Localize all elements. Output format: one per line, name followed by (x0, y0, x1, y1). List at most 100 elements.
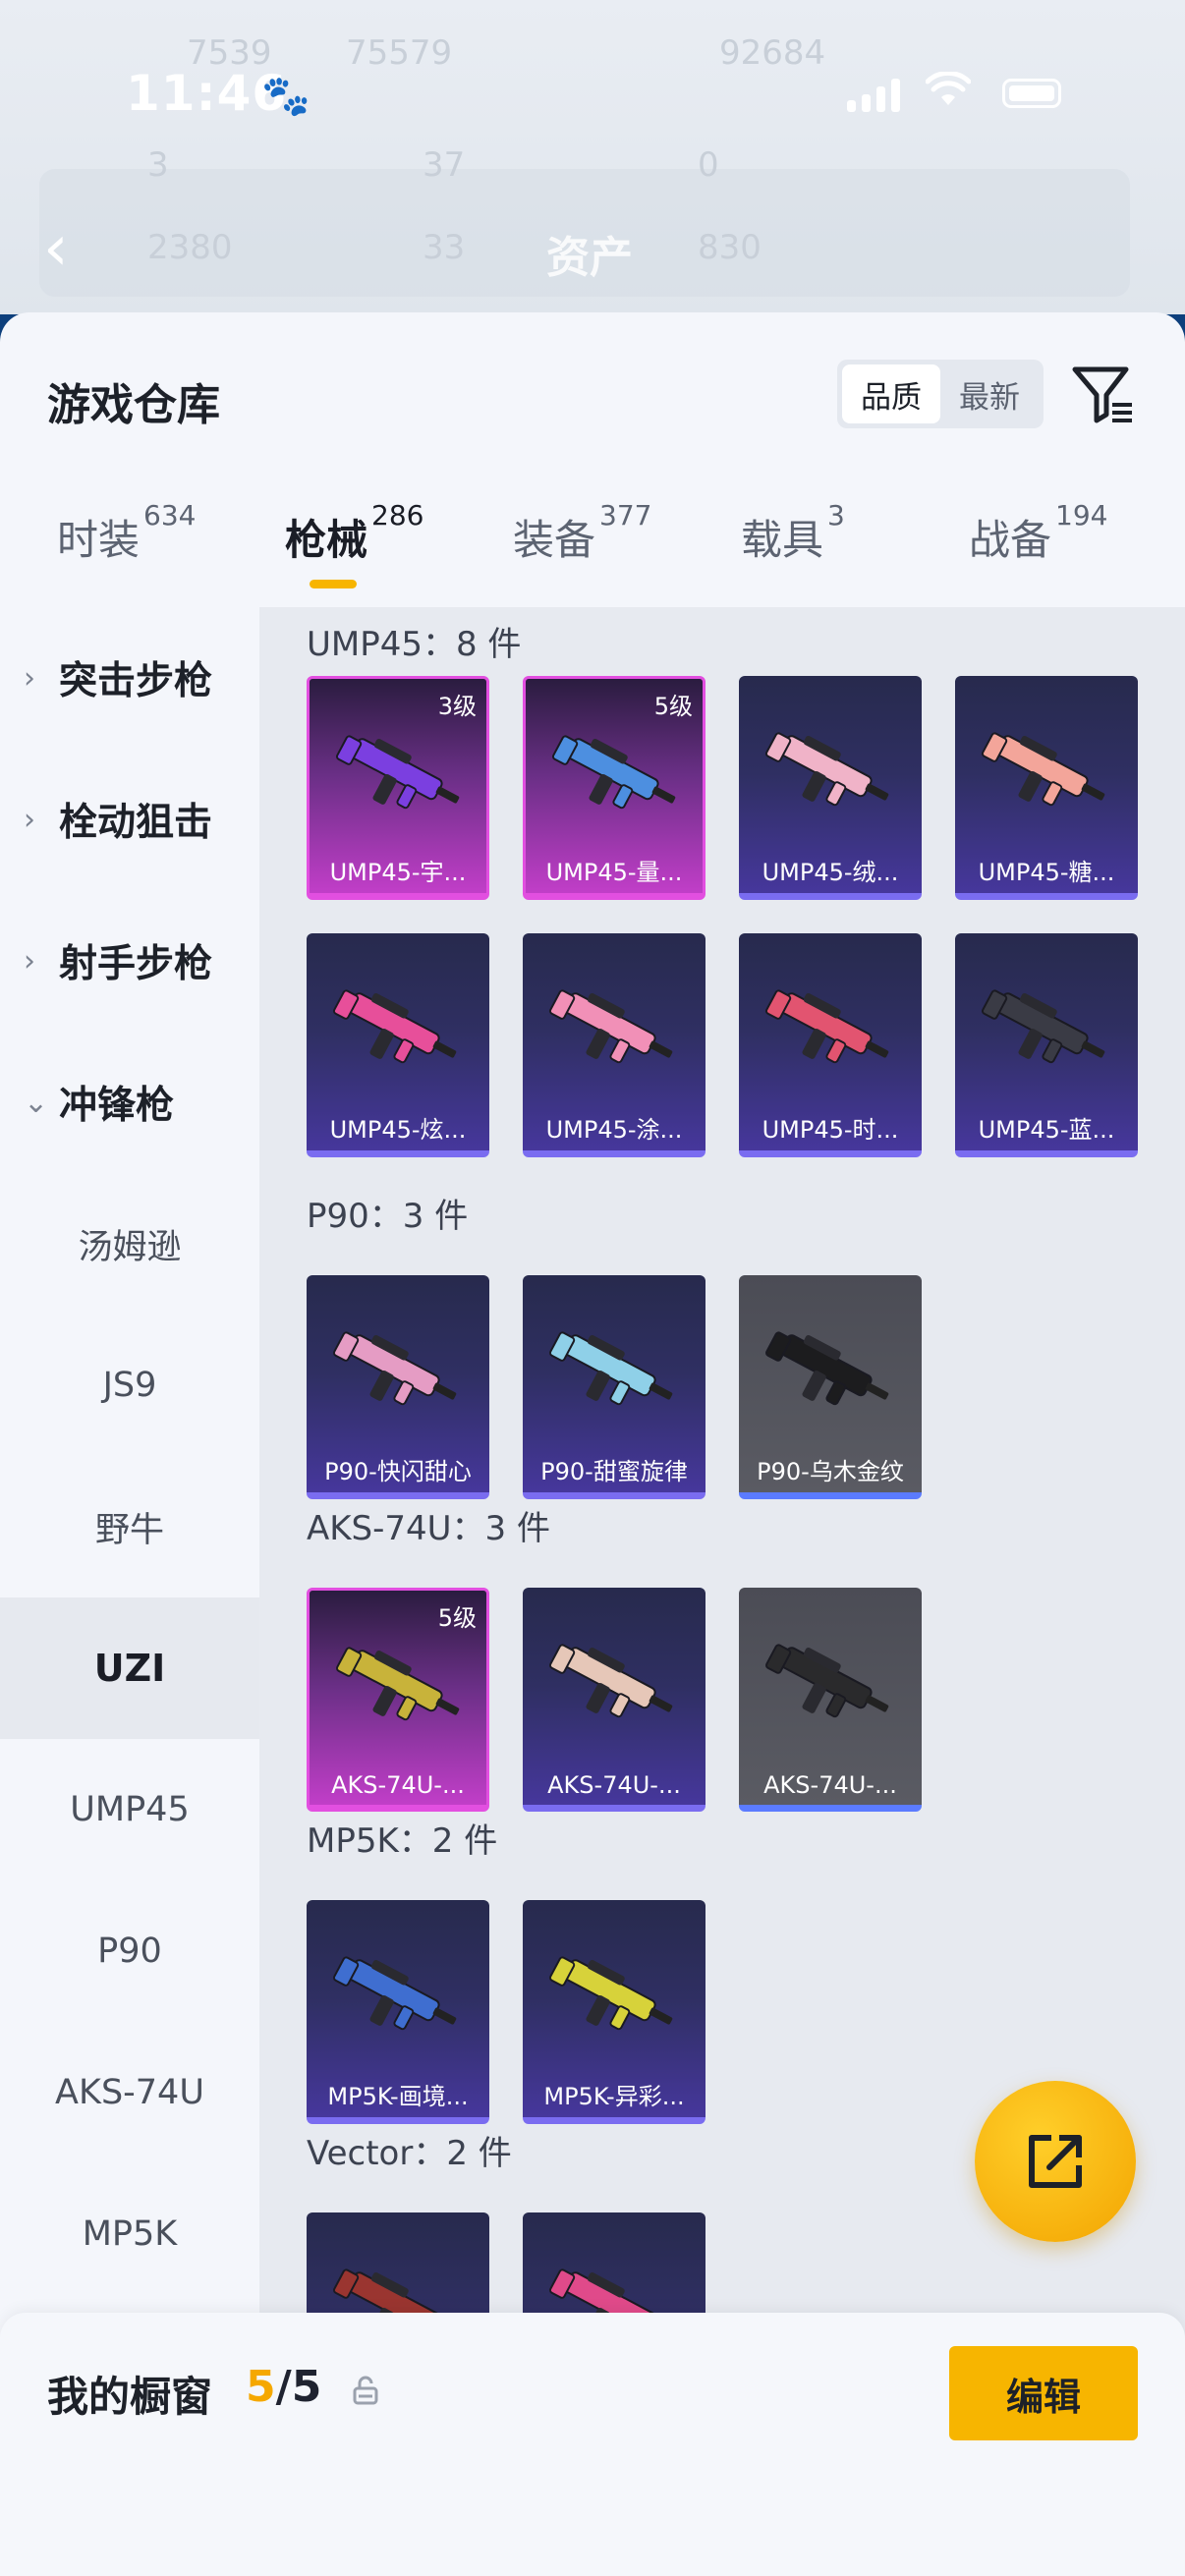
weapon-name: UMP45-蓝... (978, 1116, 1115, 1144)
weapon-name: P90-乌木金纹 (757, 1458, 904, 1485)
weapon-icon (551, 735, 676, 810)
weapon-card[interactable]: UMP45-炫... (307, 933, 489, 1157)
showcase-current: 5 (246, 2362, 276, 2412)
weapon-card[interactable]: P90-甜蜜旋律 (523, 1275, 705, 1499)
tab-fashion[interactable]: 时装634 (57, 499, 196, 567)
signal-icon (847, 77, 900, 112)
weapon-card[interactable]: 5级 UMP45-量... (523, 676, 705, 900)
weapon-card[interactable]: UMP45-时... (739, 933, 922, 1157)
weapon-card[interactable]: P90-乌木金纹 (739, 1275, 922, 1499)
weapon-name: UMP45-宇... (329, 859, 467, 886)
tab-active-indicator (310, 580, 357, 588)
filter-icon[interactable] (1069, 360, 1138, 428)
bg-stat: 2380 (147, 228, 233, 267)
sidebar-item-bizon[interactable]: 野牛 (0, 1456, 259, 1597)
sidebar-category-label: 冲锋枪 (59, 1084, 175, 1128)
weapon-name: UMP45-绒... (762, 859, 899, 886)
chevron-right-icon: › (24, 660, 35, 696)
weapon-card[interactable]: UMP45-绒... (739, 676, 922, 900)
bg-stat: 0 (698, 145, 719, 185)
weapon-name: MP5K-异彩... (543, 2083, 685, 2110)
bg-stat: 37 (423, 145, 466, 185)
weapon-icon (335, 735, 460, 810)
bg-stat: 92684 (719, 33, 826, 73)
weapon-icon (548, 1956, 673, 2031)
tab-count: 377 (599, 499, 652, 532)
tab-firearms[interactable]: 枪械286 (285, 499, 423, 567)
tab-count: 3 (827, 499, 845, 532)
sidebar-category-label: 突击步枪 (59, 659, 213, 703)
weapon-card[interactable]: AKS-74U-... (739, 1588, 922, 1812)
weapon-card[interactable]: 5级 AKS-74U-... (307, 1588, 489, 1812)
tab-supplies[interactable]: 战备194 (969, 499, 1107, 567)
sidebar-item-ump45[interactable]: UMP45 (0, 1739, 259, 1880)
weapon-card[interactable]: UMP45-蓝... (955, 933, 1138, 1157)
weapon-name: UMP45-量... (545, 859, 683, 886)
sidebar-item-aks74u[interactable]: AKS-74U (0, 2022, 259, 2163)
sidebar-category-marksman-rifle[interactable]: › 射手步枪 (0, 890, 259, 1032)
paw-icon: 🐾 (261, 74, 310, 119)
tab-label: 载具 (741, 516, 824, 564)
bg-stat: 3 (147, 145, 169, 185)
sidebar-category-assault-rifle[interactable]: › 突击步枪 (0, 607, 259, 749)
tab-label: 战备 (969, 516, 1052, 564)
group-label: AKS-74U：3 件 (307, 1509, 550, 1548)
level-badge: 5级 (653, 693, 693, 720)
chevron-down-icon: ⌄ (24, 1085, 49, 1120)
weapon-icon (548, 1331, 673, 1406)
tab-count: 286 (371, 499, 424, 532)
tab-count: 634 (143, 499, 197, 532)
weapon-name: AKS-74U-... (547, 1771, 681, 1799)
weapon-card[interactable]: AKS-74U-... (523, 1588, 705, 1812)
sidebar-category-label: 射手步枪 (59, 942, 213, 986)
group-label: Vector：2 件 (307, 2134, 512, 2173)
bg-stat: 75579 (346, 33, 453, 73)
weapon-card[interactable]: MP5K-画境... (307, 1900, 489, 2124)
weapon-card[interactable]: UMP45-涂... (523, 933, 705, 1157)
lock-icon (352, 2376, 379, 2405)
weapon-name: AKS-74U-... (763, 1771, 897, 1799)
weapon-card[interactable]: 3级 UMP45-宇... (307, 676, 489, 900)
group-label: P90：3 件 (307, 1197, 469, 1236)
edit-button[interactable]: 编辑 (949, 2346, 1138, 2440)
sidebar-item-thompson[interactable]: 汤姆逊 (0, 1173, 259, 1315)
weapon-name: UMP45-糖... (978, 859, 1115, 886)
weapon-card[interactable]: P90-快闪甜心 (307, 1275, 489, 1499)
showcase-total: /5 (275, 2362, 322, 2412)
category-tabs: 时装634 枪械286 装备377 载具3 战备194 (0, 499, 1185, 605)
weapon-icon (981, 732, 1105, 807)
weapon-card[interactable]: UMP45-糖... (955, 676, 1138, 900)
back-arrow-icon[interactable]: ‹ (43, 212, 69, 285)
weapon-card[interactable]: MP5K-异彩... (523, 1900, 705, 2124)
tab-label: 时装 (57, 516, 141, 564)
sidebar-item-uzi[interactable]: UZI (0, 1597, 259, 1739)
share-button[interactable] (975, 2081, 1136, 2242)
wifi-icon (925, 69, 972, 117)
tab-vehicles[interactable]: 载具3 (741, 499, 845, 567)
group-label: UMP45：8 件 (307, 625, 522, 664)
sidebar-item-mp5k[interactable]: MP5K (0, 2163, 259, 2305)
showcase-bar: 我的橱窗 5/5 编辑 (0, 2313, 1185, 2576)
weapon-name: UMP45-炫... (329, 1116, 467, 1144)
sidebar-item-js9[interactable]: JS9 (0, 1315, 259, 1456)
weapon-icon (764, 989, 889, 1064)
tab-equipment[interactable]: 装备377 (513, 499, 651, 567)
showcase-count: 5/5 (246, 2362, 321, 2412)
weapon-name: MP5K-画境... (327, 2083, 469, 2110)
weapon-name: UMP45-时... (762, 1116, 899, 1144)
sidebar-category-smg[interactable]: ⌄ 冲锋枪 (0, 1032, 259, 1173)
sidebar-category-bolt-sniper[interactable]: › 栓动狙击 (0, 749, 259, 890)
bg-stat: 830 (698, 228, 762, 267)
weapon-icon (764, 1331, 889, 1406)
external-link-icon (1029, 2135, 1082, 2188)
sort-quality-button[interactable]: 品质 (842, 364, 940, 423)
weapon-name: AKS-74U-... (331, 1771, 465, 1799)
sort-toggle: 品质 最新 (837, 360, 1044, 428)
weapon-icon (332, 989, 457, 1064)
sidebar-item-p90[interactable]: P90 (0, 1880, 259, 2022)
tab-label: 装备 (513, 516, 596, 564)
page-title: 资产 (546, 233, 633, 283)
weapon-icon (332, 1331, 457, 1406)
showcase-label: 我的橱窗 (47, 2373, 213, 2421)
sort-latest-button[interactable]: 最新 (940, 364, 1039, 423)
